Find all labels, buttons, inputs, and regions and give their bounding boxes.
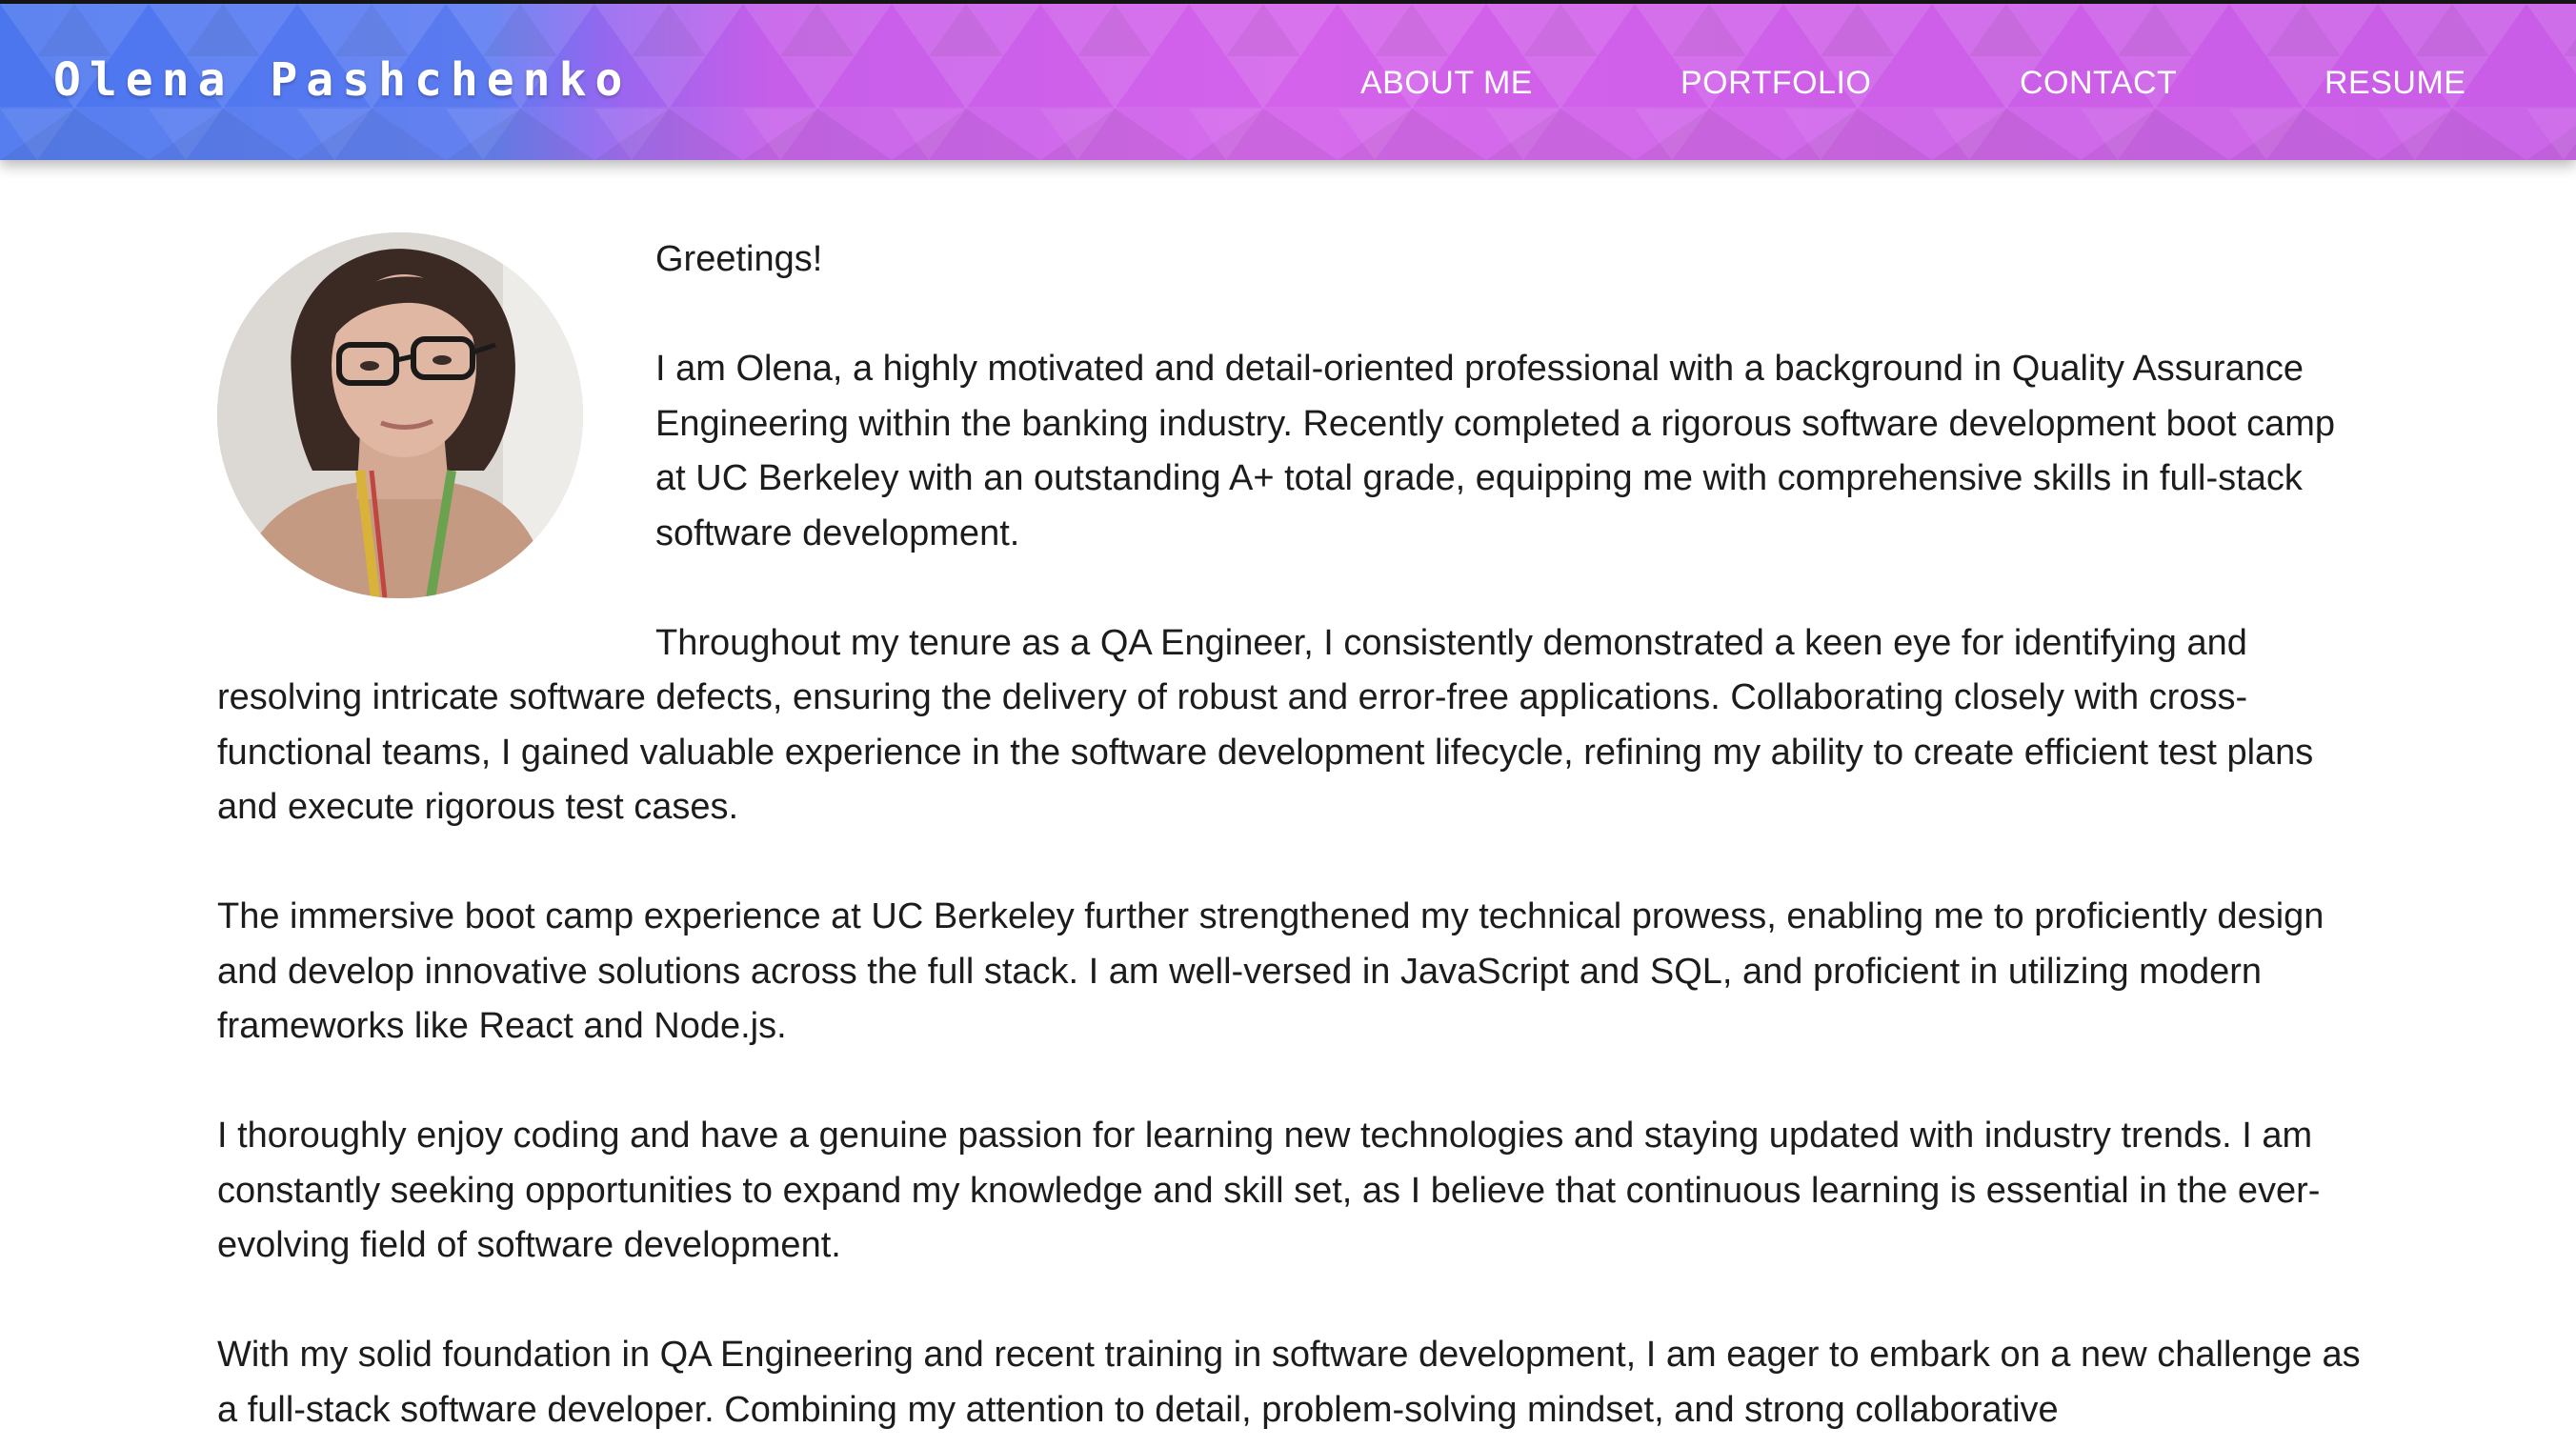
nav-about-me[interactable]: ABOUT ME <box>1360 65 1533 102</box>
about-paragraph-3: The immersive boot camp experience at UC… <box>217 896 2324 1046</box>
nav-contact[interactable]: CONTACT <box>2020 65 2177 102</box>
about-section: Greetings! I am Olena, a highly motivate… <box>217 232 2366 1448</box>
nav-resume[interactable]: RESUME <box>2324 65 2465 102</box>
greeting-text: Greetings! <box>655 239 823 279</box>
site-brand-logo[interactable]: Olena Pashchenko <box>53 53 631 107</box>
about-paragraph-5: With my solid foundation in QA Engineeri… <box>217 1335 2361 1430</box>
profile-photo <box>217 232 583 598</box>
nav-portfolio[interactable]: PORTFOLIO <box>1680 65 1871 102</box>
about-paragraph-2: Throughout my tenure as a QA Engineer, I… <box>217 622 2314 828</box>
site-header: Olena Pashchenko ABOUT ME PORTFOLIO CONT… <box>0 4 2576 160</box>
about-paragraph-4: I thoroughly enjoy coding and have a gen… <box>217 1116 2321 1265</box>
window-top-edge <box>0 0 2576 4</box>
